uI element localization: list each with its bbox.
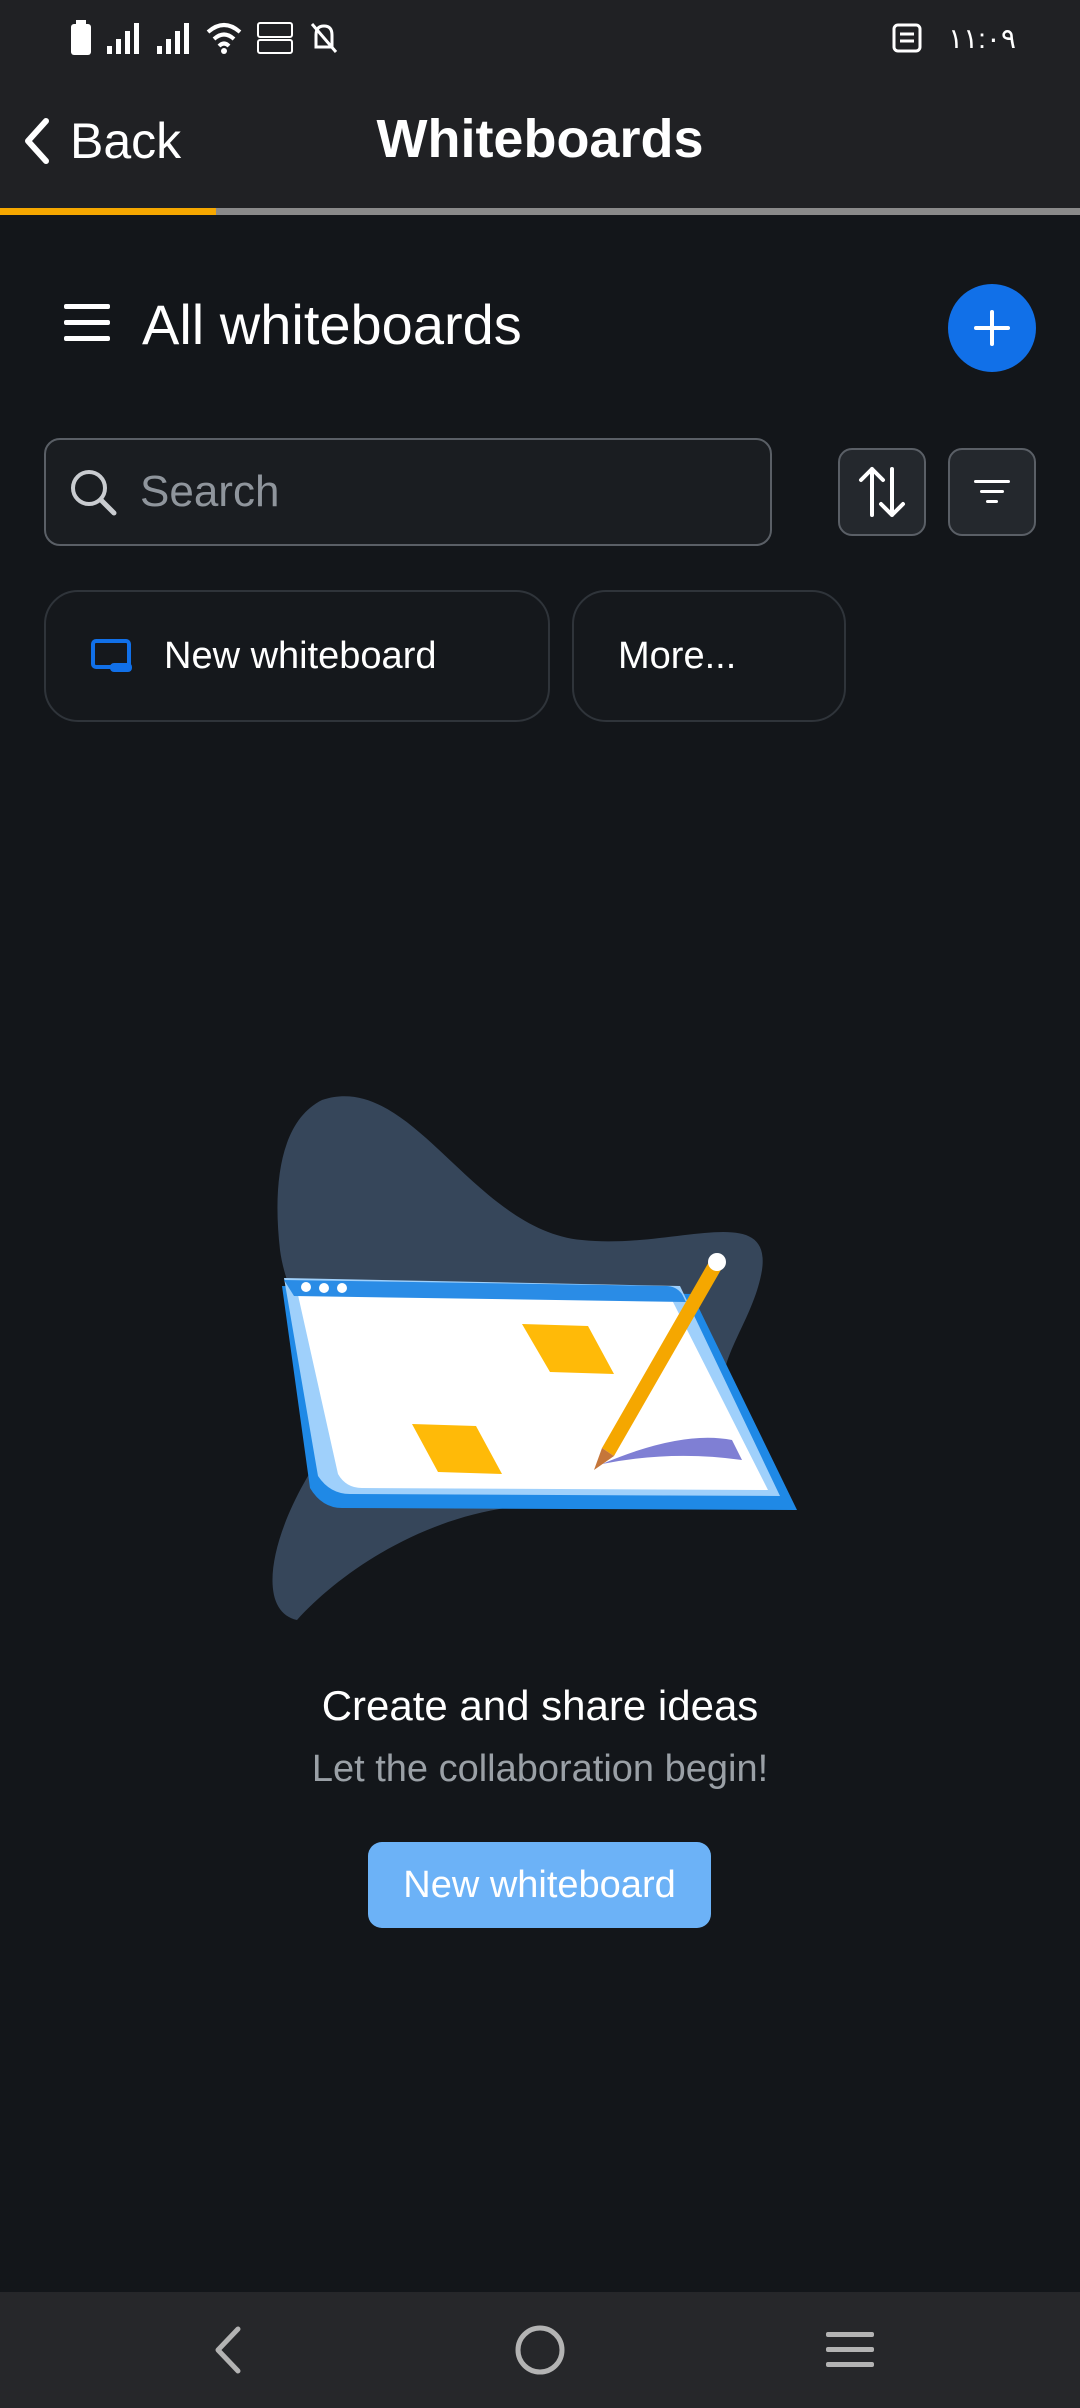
nav-back-button[interactable] <box>196 2318 260 2382</box>
whiteboard-icon <box>91 639 132 672</box>
hamburger-icon <box>64 304 110 341</box>
empty-state-subtitle: Let the collaboration begin! <box>311 1748 769 1790</box>
more-chip[interactable]: More... <box>572 590 846 722</box>
filter-icon <box>974 480 1010 503</box>
volte-icon <box>257 22 293 54</box>
nav-home-icon <box>515 2325 565 2375</box>
status-icons-left <box>70 18 340 58</box>
battery-icon <box>71 20 91 55</box>
notification-icon <box>892 23 922 53</box>
nav-home-button[interactable] <box>508 2318 572 2382</box>
new-whiteboard-button[interactable]: New whiteboard <box>368 1842 711 1928</box>
progress-fill <box>0 208 216 215</box>
search-box[interactable] <box>44 438 772 546</box>
signal-icon <box>157 23 189 54</box>
status-icons-right: ١١:٠٩ <box>892 18 1016 58</box>
nav-back-icon <box>215 2326 241 2374</box>
nav-menu-button[interactable] <box>818 2318 882 2382</box>
add-whiteboard-button[interactable] <box>948 284 1036 372</box>
new-whiteboard-chip[interactable]: New whiteboard <box>44 590 550 722</box>
progress-bar <box>0 208 1080 215</box>
status-time: ١١:٠٩ <box>948 22 1016 54</box>
app-bar: Back Whiteboards <box>0 76 1080 208</box>
mute-icon <box>310 23 338 53</box>
search-icon <box>71 470 117 516</box>
nav-menu-icon <box>826 2332 874 2367</box>
sort-button[interactable] <box>838 448 926 536</box>
more-chip-label: More... <box>618 634 737 677</box>
filter-button[interactable] <box>948 448 1036 536</box>
empty-state-title: Create and share ideas <box>321 1682 759 1729</box>
search-input[interactable] <box>138 466 718 518</box>
page-title: All whiteboards <box>142 293 522 356</box>
sort-icon <box>859 467 905 517</box>
plus-icon <box>974 310 1010 346</box>
app-title: Whiteboards <box>376 109 704 169</box>
new-whiteboard-chip-label: New whiteboard <box>164 634 437 677</box>
wifi-icon <box>206 23 242 54</box>
menu-button[interactable] <box>62 298 112 348</box>
status-bar: ١١:٠٩ <box>0 0 1080 76</box>
whiteboard-illustration <box>272 1096 797 1620</box>
signal-icon <box>107 23 139 54</box>
system-nav-bar <box>0 2292 1080 2408</box>
